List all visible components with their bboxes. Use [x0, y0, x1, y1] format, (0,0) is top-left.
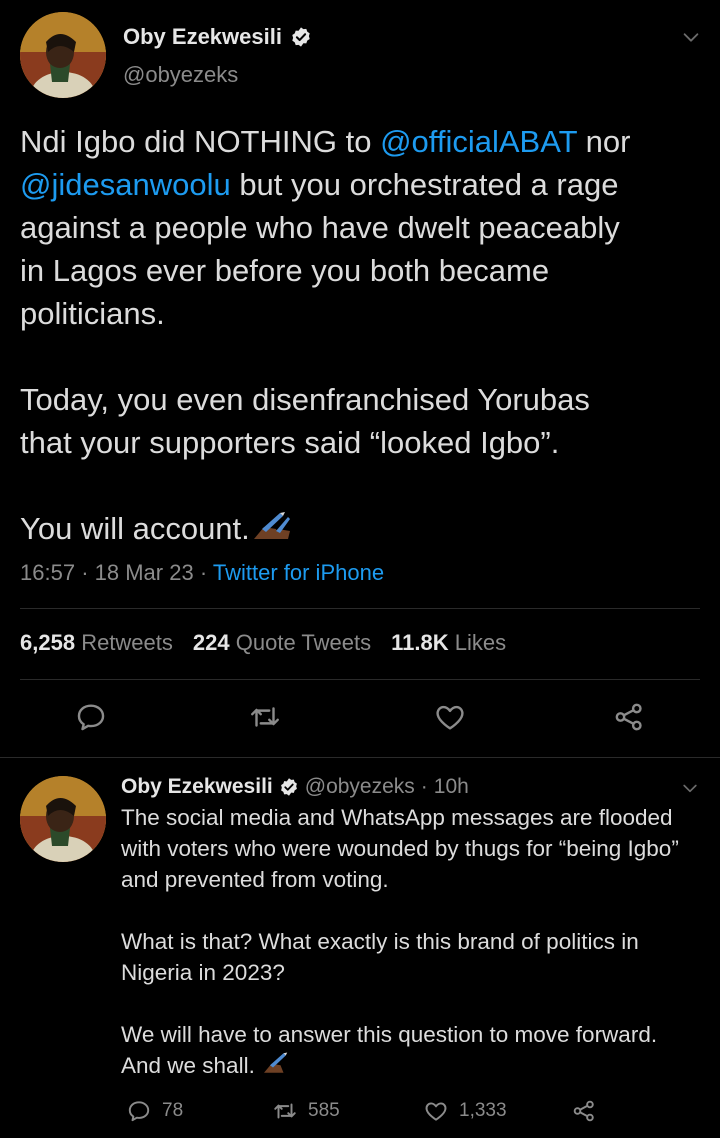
- reply-author-avatar[interactable]: [20, 776, 106, 862]
- reply-icon[interactable]: [74, 700, 108, 734]
- divider: [20, 679, 700, 680]
- quote-tweets-label: Quote Tweets: [235, 630, 372, 655]
- like-count: 1,333: [459, 1100, 507, 1121]
- reply-text-line: Nigeria in 2023?: [121, 960, 285, 985]
- likes-label: Likes: [454, 630, 507, 655]
- tweet-text-segment: but you orchestrated a rage: [230, 167, 619, 202]
- tweet-text-segment: nor: [576, 124, 631, 159]
- tweet-stats: 6,258 Retweets 224 Quote Tweets 11.8K Li…: [20, 630, 506, 656]
- separator: ·: [199, 560, 213, 585]
- separator: ·: [81, 560, 95, 585]
- reply-text: The social media and WhatsApp messages a…: [121, 802, 711, 1081]
- like-icon[interactable]: [433, 700, 467, 734]
- separator: ·: [420, 775, 428, 798]
- reply-actions: 78 585 1,333: [0, 1098, 720, 1128]
- tweet-text-segment: Ndi Igbo did NOTHING to: [20, 124, 381, 159]
- tweet-text: Ndi Igbo did NOTHING to @officialABAT no…: [20, 120, 710, 550]
- likes-count: 11.8K: [391, 630, 449, 655]
- tweet-text-line: that your supporters said “looked Igbo”.: [20, 425, 560, 460]
- retweet-icon[interactable]: [248, 700, 282, 734]
- reply-count: 78: [162, 1100, 184, 1121]
- tweet-source-link[interactable]: Twitter for iPhone: [213, 560, 384, 585]
- reply-header: Oby Ezekwesili @obyezeks · 10h: [121, 775, 469, 799]
- reply-text-line: with voters who were wounded by thugs fo…: [121, 836, 679, 861]
- chevron-down-icon[interactable]: [680, 26, 702, 48]
- reply-text-line: The social media and WhatsApp messages a…: [121, 805, 673, 830]
- retweets-label: Retweets: [81, 630, 173, 655]
- share-icon: [573, 1100, 594, 1122]
- reply-text-line: We will have to answer this question to …: [121, 1022, 658, 1047]
- retweet-icon: [274, 1103, 296, 1119]
- tweet-text-line: against a people who have dwelt peaceabl…: [20, 210, 620, 245]
- verified-badge-icon: [292, 27, 310, 47]
- tweet-actions: [0, 700, 720, 740]
- author-avatar[interactable]: [20, 12, 106, 98]
- tweet-metadata: 16:57 · 18 Mar 23 · Twitter for iPhone: [20, 560, 384, 586]
- reply-reply-button[interactable]: 78: [126, 1098, 183, 1124]
- writing-hand-emoji: [264, 1052, 288, 1073]
- writing-hand-emoji: [253, 512, 290, 539]
- reply-icon: [128, 1101, 150, 1122]
- tweet-date: 18 Mar 23: [94, 560, 194, 585]
- retweets-stat[interactable]: 6,258 Retweets: [20, 630, 173, 656]
- like-icon: [425, 1102, 447, 1121]
- retweet-count: 585: [308, 1100, 340, 1121]
- author-name[interactable]: Oby Ezekwesili: [123, 24, 312, 50]
- reply-like-button[interactable]: 1,333: [423, 1098, 507, 1124]
- quote-tweets-stat[interactable]: 224 Quote Tweets: [193, 630, 371, 656]
- chevron-down-icon[interactable]: [680, 778, 700, 798]
- reply-share-button[interactable]: [571, 1098, 597, 1124]
- reply-text-line: and prevented from voting.: [121, 867, 389, 892]
- reply-author-name[interactable]: Oby Ezekwesili: [121, 775, 273, 799]
- tweet-text-line: Today, you even disenfranchised Yorubas: [20, 382, 590, 417]
- section-divider: [0, 757, 720, 758]
- tweet-text-segment: You will account.: [20, 511, 250, 546]
- author-handle[interactable]: @obyezeks: [123, 62, 238, 88]
- verified-badge-icon: [280, 778, 297, 796]
- reply-retweet-button[interactable]: 585: [272, 1098, 340, 1124]
- quote-tweets-count: 224: [192, 630, 230, 655]
- reply-author-handle[interactable]: @obyezeks: [305, 775, 415, 799]
- mention-link[interactable]: @jidesanwoolu: [20, 167, 231, 202]
- reply-age: 10h: [433, 775, 469, 798]
- likes-stat[interactable]: 11.8K Likes: [391, 630, 506, 656]
- mention-link[interactable]: @officialABAT: [380, 124, 577, 159]
- reply-text-segment: And we shall.: [121, 1053, 255, 1078]
- share-icon[interactable]: [612, 700, 646, 734]
- tweet-text-line: in Lagos ever before you both became: [20, 253, 550, 288]
- tweet-time: 16:57: [20, 560, 76, 585]
- author-name-text: Oby Ezekwesili: [123, 24, 282, 49]
- reply-text-line: What is that? What exactly is this brand…: [121, 929, 639, 954]
- retweets-count: 6,258: [20, 630, 76, 655]
- divider: [20, 608, 700, 609]
- tweet-text-line: politicians.: [20, 296, 165, 331]
